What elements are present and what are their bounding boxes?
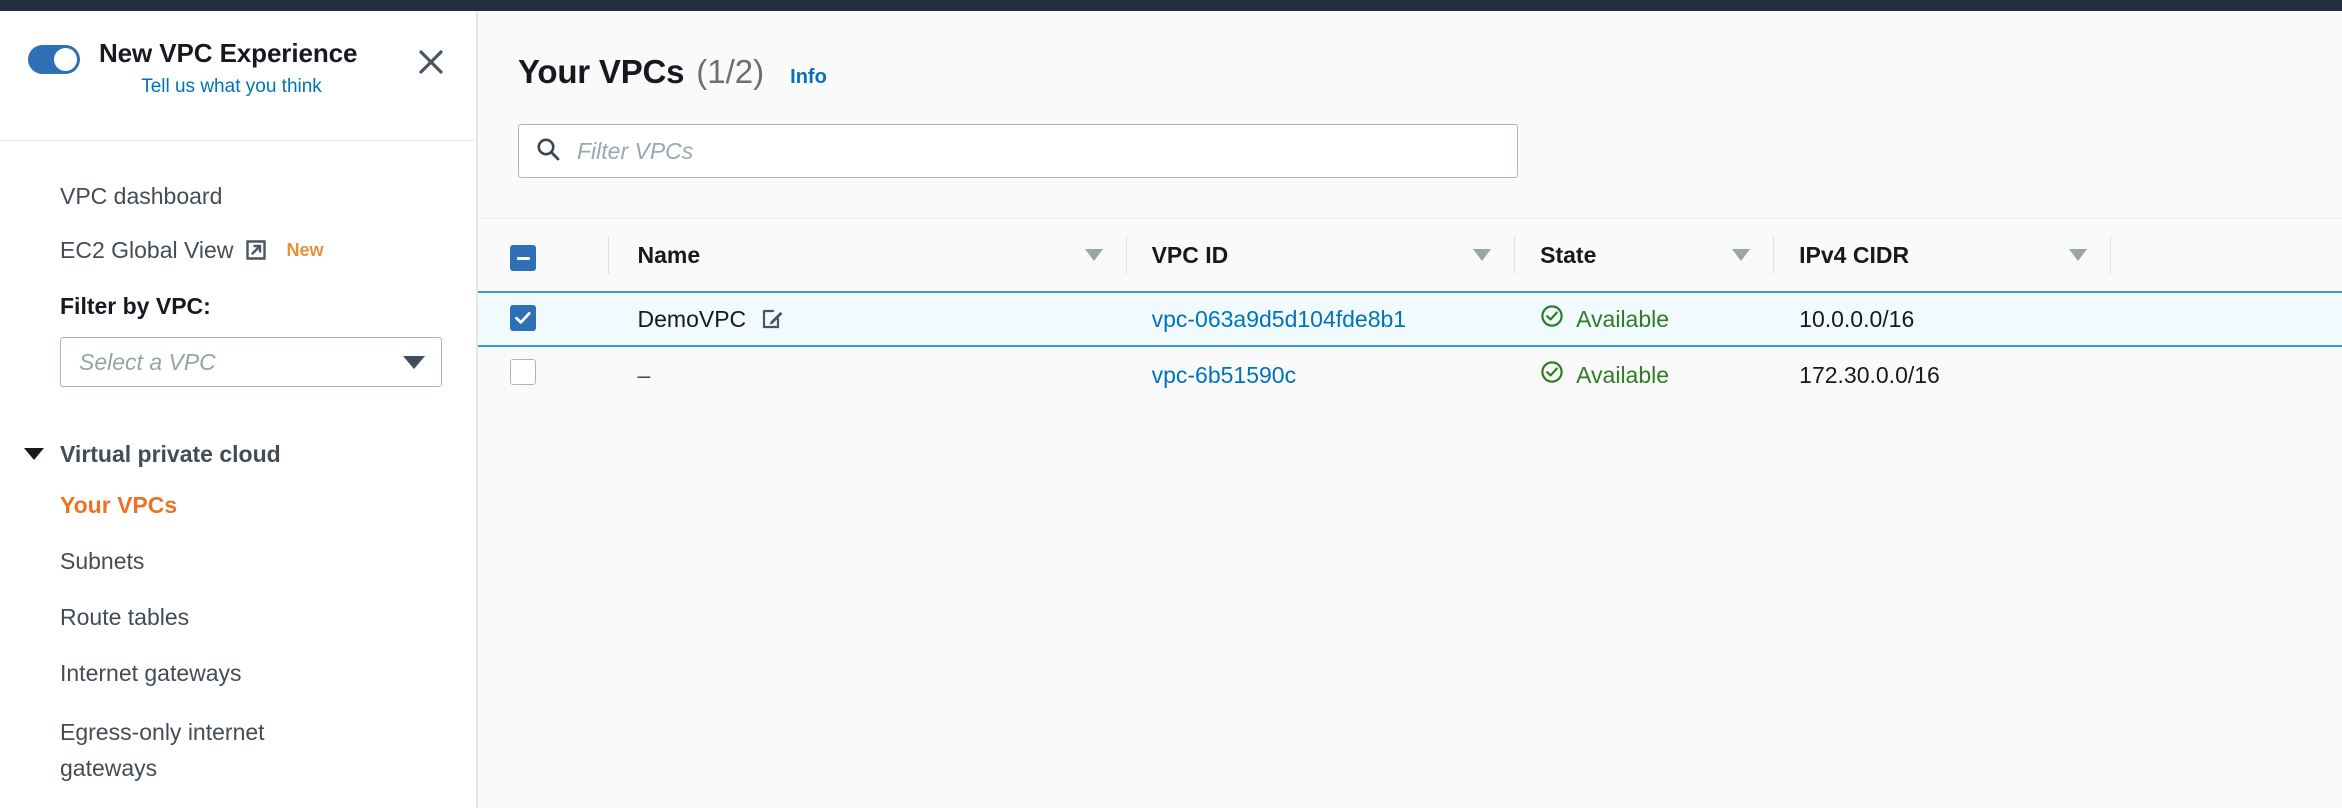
cell-state: Available bbox=[1514, 347, 1773, 403]
sidebar-item-label: Subnets bbox=[60, 548, 145, 574]
ipv4-cidr-value: 10.0.0.0/16 bbox=[1799, 305, 1915, 332]
vpc-filter-select[interactable]: Select a VPC bbox=[60, 337, 442, 387]
new-vpc-experience-text: New VPC Experience Tell us what you thin… bbox=[99, 37, 410, 98]
filter-vpcs-placeholder: Filter VPCs bbox=[577, 137, 694, 164]
column-header-vpc-id[interactable]: VPC ID bbox=[1125, 219, 1515, 291]
sort-descending-icon[interactable] bbox=[1473, 249, 1492, 261]
cell-ipv4-cidr: 172.30.0.0/16 bbox=[1773, 347, 2110, 403]
column-header-name[interactable]: Name bbox=[607, 219, 1126, 291]
column-header-label: Name bbox=[637, 241, 701, 268]
table-head: Name VPC ID State IPv4 CIDR bbox=[478, 219, 2342, 291]
cell-vpc-id: vpc-063a9d5d104fde8b1 bbox=[1126, 291, 1515, 347]
ipv4-cidr-value: 172.30.0.0/16 bbox=[1799, 361, 1940, 388]
cell-state: Available bbox=[1514, 291, 1773, 347]
sidebar-item-vpc-dashboard[interactable]: VPC dashboard bbox=[0, 169, 476, 223]
cell-overflow bbox=[2110, 291, 2342, 347]
toggle-knob bbox=[54, 48, 77, 71]
row-checkbox[interactable] bbox=[510, 305, 536, 331]
vpc-console-page: New VPC Experience Tell us what you thin… bbox=[0, 0, 2342, 808]
check-circle-icon bbox=[1540, 304, 1564, 334]
select-all-header bbox=[478, 219, 608, 291]
cell-ipv4-cidr: 10.0.0.0/16 bbox=[1773, 291, 2110, 347]
close-icon bbox=[419, 50, 443, 74]
indeterminate-dash-icon bbox=[516, 256, 530, 260]
new-badge: New bbox=[286, 240, 324, 260]
sidebar-item-route-tables[interactable]: Route tables bbox=[0, 589, 476, 645]
sort-descending-icon[interactable] bbox=[2068, 249, 2087, 261]
filter-by-vpc-label: Filter by VPC: bbox=[60, 293, 211, 319]
cell-vpc-id: vpc-6b51590c bbox=[1126, 347, 1515, 403]
sidebar-item-egress-only-internet-gateways[interactable]: Egress-only internet gateways bbox=[0, 701, 388, 799]
vpcs-table: Name VPC ID State IPv4 CIDR DemoVPC vpc-… bbox=[478, 219, 2342, 403]
chevron-down-icon bbox=[403, 355, 425, 369]
column-header-label: State bbox=[1540, 241, 1597, 268]
chevron-down-icon bbox=[24, 448, 44, 460]
table-row[interactable]: DemoVPC vpc-063a9d5d104fde8b1 Available … bbox=[478, 291, 2342, 347]
main-header: Your VPCs (1/2) Info Filter VPCs bbox=[478, 11, 2342, 178]
page-title-row: Your VPCs (1/2) Info bbox=[518, 53, 2342, 91]
sidebar-item-internet-gateways[interactable]: Internet gateways bbox=[0, 645, 476, 701]
sidebar-item-label: Route tables bbox=[60, 604, 190, 630]
sidebar: New VPC Experience Tell us what you thin… bbox=[0, 11, 478, 808]
sidebar-group-label: Virtual private cloud bbox=[60, 441, 281, 467]
sidebar-item-label: Internet gateways bbox=[60, 660, 242, 686]
sidebar-item-ec2-global-view[interactable]: EC2 Global View New bbox=[0, 223, 476, 277]
table-row[interactable]: – vpc-6b51590c Available 172.30.0.0/16 bbox=[478, 347, 2342, 403]
sidebar-item-label: EC2 Global View bbox=[60, 237, 234, 263]
select-all-checkbox[interactable] bbox=[510, 245, 536, 272]
table-body: DemoVPC vpc-063a9d5d104fde8b1 Available … bbox=[478, 291, 2342, 403]
column-header-ipv4-cidr[interactable]: IPv4 CIDR bbox=[1773, 219, 2110, 291]
row-select-cell bbox=[478, 291, 608, 347]
cell-name: – bbox=[608, 347, 1126, 403]
sidebar-item-subnets[interactable]: Subnets bbox=[0, 533, 476, 589]
sidebar-item-label: Your VPCs bbox=[60, 492, 178, 518]
vpcs-table-container: Name VPC ID State IPv4 CIDR DemoVPC vpc-… bbox=[478, 218, 2342, 808]
sidebar-item-your-vpcs[interactable]: Your VPCs bbox=[0, 477, 476, 533]
sort-descending-icon[interactable] bbox=[1732, 249, 1751, 261]
row-select-cell bbox=[478, 347, 608, 403]
column-header-label: VPC ID bbox=[1151, 241, 1229, 268]
search-icon bbox=[535, 136, 561, 167]
state-label: Available bbox=[1576, 305, 1670, 332]
console-topbar bbox=[0, 0, 2342, 11]
vpc-filter-placeholder: Select a VPC bbox=[79, 348, 216, 375]
vpc-name: DemoVPC bbox=[637, 305, 747, 332]
row-checkbox[interactable] bbox=[510, 359, 536, 385]
column-header-label: IPv4 CIDR bbox=[1799, 241, 1910, 268]
vpc-id-link[interactable]: vpc-063a9d5d104fde8b1 bbox=[1152, 306, 1407, 332]
new-vpc-experience-toggle[interactable] bbox=[28, 45, 80, 74]
table-header-row: Name VPC ID State IPv4 CIDR bbox=[478, 219, 2342, 291]
sort-descending-icon[interactable] bbox=[1084, 249, 1103, 261]
main-content: Your VPCs (1/2) Info Filter VPCs Name VP… bbox=[478, 11, 2342, 808]
new-vpc-experience-banner: New VPC Experience Tell us what you thin… bbox=[0, 11, 476, 141]
sidebar-item-label: VPC dashboard bbox=[60, 183, 223, 209]
edit-name-icon[interactable] bbox=[760, 307, 784, 331]
sidebar-nav: VPC dashboard EC2 Global View New Filter… bbox=[0, 141, 476, 808]
info-link[interactable]: Info bbox=[790, 66, 827, 89]
cell-overflow bbox=[2110, 347, 2342, 403]
page-body: New VPC Experience Tell us what you thin… bbox=[0, 11, 2342, 808]
vpc-id-link[interactable]: vpc-6b51590c bbox=[1152, 362, 1297, 388]
vpc-name: – bbox=[637, 361, 651, 388]
page-title-count: (1/2) bbox=[696, 53, 765, 90]
close-banner-button[interactable] bbox=[410, 41, 452, 83]
new-vpc-experience-title: New VPC Experience bbox=[99, 38, 358, 68]
column-header-overflow bbox=[2109, 219, 2342, 291]
tell-us-what-you-think-link[interactable]: Tell us what you think bbox=[99, 76, 410, 98]
check-circle-icon bbox=[1540, 360, 1564, 390]
external-link-icon bbox=[244, 238, 268, 262]
sidebar-group-virtual-private-cloud[interactable]: Virtual private cloud bbox=[0, 431, 476, 477]
check-icon bbox=[515, 312, 531, 324]
page-title: Your VPCs bbox=[518, 53, 685, 90]
filter-vpcs-input[interactable]: Filter VPCs bbox=[518, 124, 1518, 178]
state-label: Available bbox=[1576, 361, 1670, 388]
sidebar-item-label: Egress-only internet gateways bbox=[60, 719, 265, 781]
column-header-state[interactable]: State bbox=[1514, 219, 1774, 291]
cell-name: DemoVPC bbox=[608, 291, 1126, 347]
